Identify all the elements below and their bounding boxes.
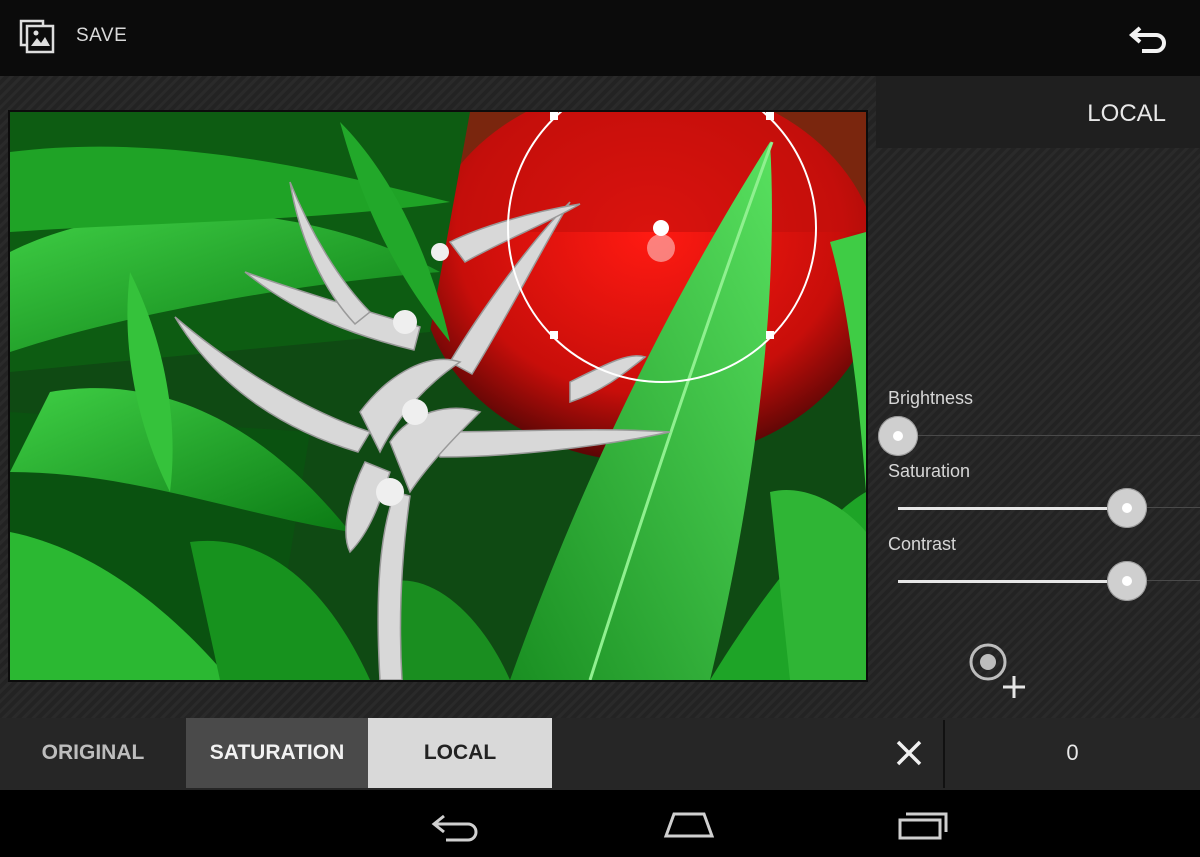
photo-canvas[interactable] [10,112,866,680]
tab-saturation[interactable]: SATURATION [186,718,368,788]
save-button[interactable]: SAVE [18,10,127,62]
saturation-label: Saturation [888,461,971,481]
save-label: SAVE [76,25,128,46]
brightness-slider[interactable] [878,416,1200,456]
home-icon[interactable] [654,804,724,844]
system-nav-bar [0,790,1200,857]
saturation-slider[interactable] [898,488,1200,528]
contrast-slider[interactable] [898,561,1200,601]
close-icon[interactable] [876,718,942,788]
filter-value: 0 [1066,740,1079,765]
tab-local[interactable]: LOCAL [368,718,552,788]
contrast-label: Contrast [888,534,957,554]
recents-icon[interactable] [888,804,958,844]
saturation-thumb[interactable] [1107,488,1147,528]
editor-area [0,76,1200,718]
photo-save-icon [19,19,55,54]
contrast-track-filled [898,580,1127,583]
panel-header: LOCAL [876,76,1200,148]
add-control-point-icon[interactable] [964,642,1030,700]
undo-icon[interactable] [1126,16,1170,60]
brightness-track [898,435,1200,436]
action-bar: SAVE [0,0,1200,76]
back-icon[interactable] [422,804,492,844]
heliconia-photo [10,112,866,680]
saturation-track-filled [898,507,1127,510]
tab-original[interactable]: ORIGINAL [0,718,186,788]
contrast-thumb[interactable] [1107,561,1147,601]
brightness-thumb[interactable] [878,416,918,456]
panel-title: LOCAL [1087,100,1166,127]
brightness-label: Brightness [888,388,974,408]
